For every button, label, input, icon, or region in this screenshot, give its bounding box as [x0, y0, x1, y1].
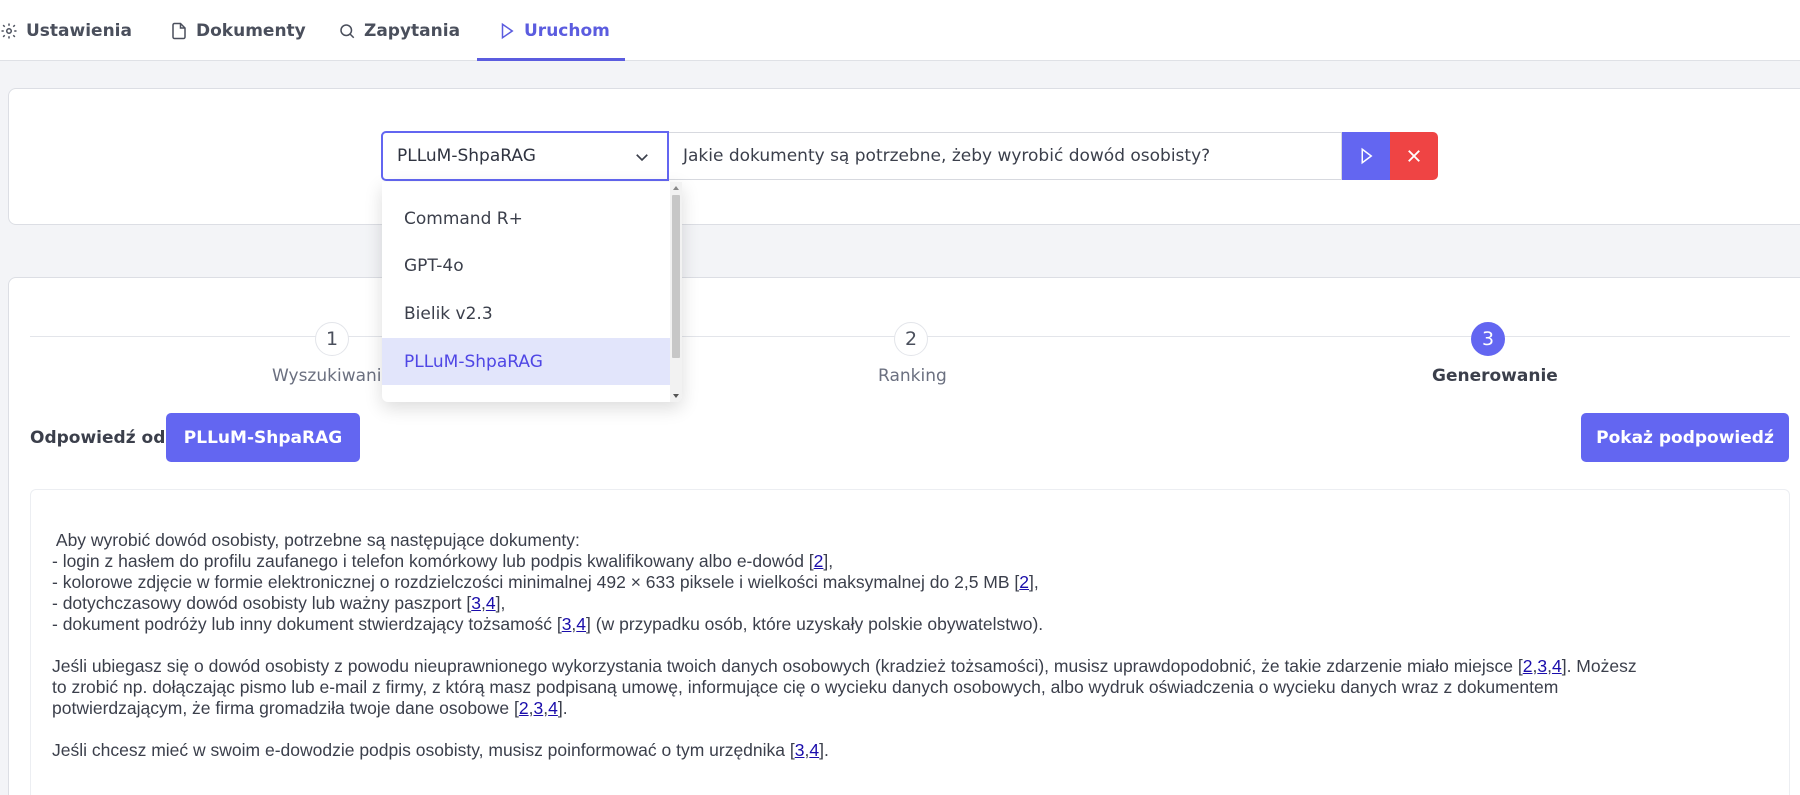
tab-ustawienia[interactable]: Ustawienia — [0, 0, 132, 61]
gear-icon — [1, 23, 17, 38]
dropdown-option-command-r-plus[interactable]: Command R+ — [382, 195, 670, 242]
answer-para2-line1: Jeśli ubiegasz się o dowód osobisty z po… — [52, 656, 1637, 676]
tab-label: Zapytania — [364, 20, 461, 41]
answer-line-2: - kolorowe zdjęcie w formie elektroniczn… — [52, 572, 1039, 592]
chevron-down-icon — [636, 154, 648, 162]
model-badge[interactable]: PLLuM-ShpaRAG — [166, 413, 360, 462]
citation-link[interactable]: 4 — [548, 698, 558, 718]
citation-link[interactable]: 3 — [562, 614, 572, 634]
citation-link[interactable]: 4 — [486, 593, 496, 613]
tab-zapytania[interactable]: Zapytania — [338, 0, 460, 61]
citation-link[interactable]: 3 — [534, 698, 544, 718]
answer-para3: Jeśli chcesz mieć w swoim e-dowodzie pod… — [52, 740, 829, 760]
citation-link[interactable]: 2 — [1523, 656, 1533, 676]
play-icon — [501, 22, 514, 39]
citation-link[interactable]: 3 — [795, 740, 805, 760]
answer-line-3: - dotychczasowy dowód osobisty lub ważny… — [52, 593, 506, 613]
answer-para2-line3: potwierdzającym, że firma gromadziła two… — [52, 698, 568, 718]
step-2-circle: 2 — [894, 322, 928, 356]
step-1-label: Wyszukiwanie — [272, 366, 392, 386]
answer-intro: Aby wyrobić dowód osobisty, potrzebne są… — [52, 530, 580, 550]
query-input-value: Jakie dokumenty są potrzebne, żeby wyrob… — [683, 146, 1211, 166]
search-icon — [340, 23, 355, 38]
dropdown-option-gpt-4o[interactable]: GPT-4o — [382, 242, 670, 289]
answer-text: Aby wyrobić dowód osobisty, potrzebne są… — [52, 530, 1782, 761]
step-2-label: Ranking — [878, 366, 947, 386]
model-select[interactable]: PLLuM-ShpaRAG — [381, 131, 669, 181]
dropdown-option-bielik[interactable]: Bielik v2.3 — [382, 290, 670, 337]
clear-button[interactable] — [1390, 132, 1438, 180]
model-dropdown: Command R+ GPT-4o Bielik v2.3 PLLuM-Shpa… — [382, 182, 682, 402]
query-input[interactable]: Jakie dokumenty są potrzebne, żeby wyrob… — [669, 132, 1342, 180]
scroll-up-icon[interactable] — [672, 184, 680, 192]
tab-label: Dokumenty — [196, 20, 306, 41]
play-icon — [1361, 147, 1373, 165]
run-button[interactable] — [1342, 132, 1390, 180]
scroll-down-icon[interactable] — [672, 392, 680, 400]
step-3-label: Generowanie — [1432, 366, 1558, 386]
citation-link[interactable]: 2 — [814, 551, 824, 571]
citation-link[interactable]: 4 — [576, 614, 586, 634]
citation-link[interactable]: 4 — [1552, 656, 1562, 676]
tab-label: Uruchom — [524, 20, 610, 41]
close-icon — [1408, 150, 1420, 162]
citation-link[interactable]: 3 — [471, 593, 481, 613]
citation-link[interactable]: 4 — [809, 740, 819, 760]
answer-line-4: - dokument podróży lub inny dokument stw… — [52, 614, 1044, 634]
model-select-value: PLLuM-ShpaRAG — [397, 146, 536, 166]
step-3-circle: 3 — [1471, 322, 1505, 356]
dropdown-option-pllum[interactable]: PLLuM-ShpaRAG — [382, 338, 670, 385]
show-hint-button[interactable]: Pokaż podpowiedź — [1581, 413, 1789, 462]
answer-line-1: - login z hasłem do profilu zaufanego i … — [52, 551, 834, 571]
document-icon — [172, 22, 186, 39]
citation-link[interactable]: 2 — [519, 698, 529, 718]
tab-dokumenty[interactable]: Dokumenty — [170, 0, 306, 61]
tab-uruchom[interactable]: Uruchom — [498, 0, 610, 61]
answer-from-label: Odpowiedź od: — [30, 428, 173, 448]
top-navigation: Ustawienia Dokumenty Zapytania Uruchom — [0, 0, 1800, 61]
answer-para2-line2: to zrobić np. dołączając pismo lub e-mai… — [52, 677, 1559, 697]
active-tab-indicator — [477, 58, 625, 61]
step-1-circle: 1 — [315, 322, 349, 356]
tab-label: Ustawienia — [26, 20, 132, 41]
citation-link[interactable]: 3 — [1537, 656, 1547, 676]
citation-link[interactable]: 2 — [1019, 572, 1029, 592]
scrollbar-thumb[interactable] — [672, 195, 680, 358]
